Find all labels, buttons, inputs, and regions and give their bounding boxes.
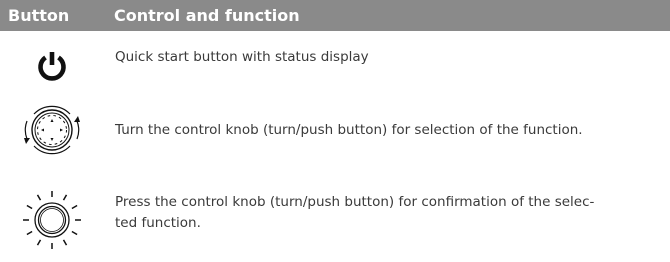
power-icon [0, 49, 104, 83]
table-row: Press the control knob (turn/push button… [0, 178, 670, 262]
turn-knob-icon [0, 98, 104, 162]
control-table: Button Control and function Quick start … [0, 0, 670, 262]
push-knob-icon [0, 180, 104, 260]
row-description-line1: Press the control knob (turn/push button… [115, 194, 595, 210]
table-row: Quick start button with status display [0, 40, 670, 88]
table-header: Button Control and function [0, 0, 670, 31]
table-row: Turn the control knob (turn/push button)… [0, 96, 670, 170]
row-description: Press the control knob (turn/push button… [115, 192, 656, 234]
row-description: Turn the control knob (turn/push button)… [115, 122, 583, 138]
row-description: Quick start button with status display [115, 49, 369, 65]
header-button: Button [8, 6, 70, 25]
row-description-line2: ted function. [115, 215, 201, 231]
header-control-function: Control and function [114, 6, 300, 25]
